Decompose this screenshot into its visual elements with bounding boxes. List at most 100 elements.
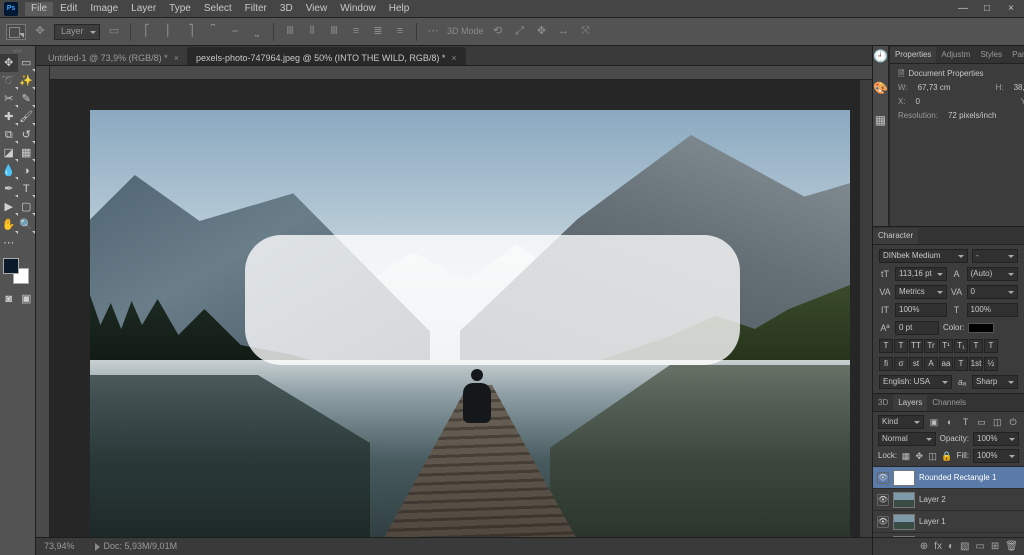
- titling-alt-button[interactable]: T: [954, 357, 968, 371]
- tab-styles[interactable]: Styles: [975, 47, 1007, 63]
- fractions-button[interactable]: ½: [984, 357, 998, 371]
- filter-adjust-icon[interactable]: ◐: [944, 418, 956, 427]
- small-caps-button[interactable]: Tr: [924, 339, 938, 353]
- history-panel-icon[interactable]: 🕘: [873, 50, 888, 62]
- text-color-swatch[interactable]: [968, 323, 994, 333]
- hand-tool-icon[interactable]: ✋: [0, 216, 18, 234]
- menu-filter[interactable]: Filter: [239, 2, 273, 16]
- tab-adjustments[interactable]: Adjustm: [936, 47, 975, 63]
- layer-row[interactable]: 👁 Layer 1: [873, 511, 1024, 533]
- window-minimize-icon[interactable]: —: [954, 4, 972, 14]
- ligatures-button[interactable]: fi: [879, 357, 893, 371]
- layer-name[interactable]: Layer 2: [919, 496, 946, 504]
- eyedropper-tool-icon[interactable]: ✎: [18, 90, 36, 108]
- fill-field[interactable]: 100%: [973, 449, 1019, 463]
- layer-filter-kind[interactable]: Kind: [878, 415, 924, 429]
- distribute-center-h-icon[interactable]: ⫴: [304, 24, 320, 40]
- edit-toolbar-icon[interactable]: ⋯: [0, 234, 18, 252]
- layer-name[interactable]: Layer 1: [919, 518, 946, 526]
- layer-mask-icon[interactable]: ◐: [948, 542, 954, 552]
- eraser-tool-icon[interactable]: ◪: [0, 144, 18, 162]
- swash-button[interactable]: A: [924, 357, 938, 371]
- swatches-panel-icon[interactable]: ▦: [875, 114, 886, 126]
- screen-mode-icon[interactable]: ▣: [18, 290, 36, 308]
- 3d-pan-icon[interactable]: ✥: [534, 24, 550, 40]
- path-select-tool-icon[interactable]: ▶: [0, 198, 18, 216]
- lock-all-icon[interactable]: 🔒: [941, 452, 952, 461]
- filter-shape-icon[interactable]: ▭: [975, 418, 987, 427]
- shape-tool-icon[interactable]: ▢: [18, 198, 36, 216]
- visibility-toggle-icon[interactable]: 👁: [877, 516, 889, 528]
- strikethrough-button[interactable]: T: [984, 339, 998, 353]
- new-layer-icon[interactable]: ⊞: [991, 542, 999, 552]
- lock-artboard-icon[interactable]: ◫: [928, 452, 937, 461]
- layer-row[interactable]: 👁 Layer 2: [873, 489, 1024, 511]
- tab-paragraph[interactable]: Paragrap: [1007, 47, 1024, 63]
- antialias-dropdown[interactable]: Sharp: [972, 375, 1018, 389]
- font-style-dropdown[interactable]: -: [972, 249, 1018, 263]
- zoom-tool-icon[interactable]: 🔍: [18, 216, 36, 234]
- filter-toggle-icon[interactable]: ⏻: [1007, 418, 1019, 427]
- visibility-toggle-icon[interactable]: 👁: [877, 494, 889, 506]
- move-tool-icon[interactable]: ✥: [0, 54, 18, 72]
- vscale-field[interactable]: 100%: [895, 303, 947, 317]
- layer-thumbnail-icon[interactable]: [893, 492, 915, 508]
- align-top-icon[interactable]: ⎴: [205, 24, 221, 40]
- font-size-field[interactable]: 113,16 pt: [895, 267, 947, 281]
- visibility-toggle-icon[interactable]: 👁: [877, 472, 889, 484]
- lasso-tool-icon[interactable]: ➰: [0, 72, 18, 90]
- menu-3d[interactable]: 3D: [274, 2, 299, 16]
- menu-window[interactable]: Window: [334, 2, 382, 16]
- align-center-h-icon[interactable]: ⎢: [161, 24, 177, 40]
- quick-mask-icon[interactable]: ◙: [0, 290, 18, 308]
- distribute-center-v-icon[interactable]: ≣: [370, 24, 386, 40]
- discretionary-lig-button[interactable]: st: [909, 357, 923, 371]
- auto-select-dropdown[interactable]: Layer: [54, 24, 100, 40]
- menu-file[interactable]: File: [25, 2, 53, 16]
- 3d-slide-icon[interactable]: ↔: [556, 24, 572, 40]
- lock-pixels-icon[interactable]: ▦: [901, 452, 910, 461]
- align-right-icon[interactable]: ⎤: [183, 24, 199, 40]
- contextual-alt-button[interactable]: σ: [894, 357, 908, 371]
- faux-italic-button[interactable]: T: [894, 339, 908, 353]
- 3d-orbit-icon[interactable]: ⟲: [490, 24, 506, 40]
- faux-bold-button[interactable]: T: [879, 339, 893, 353]
- tracking-field[interactable]: 0: [967, 285, 1019, 299]
- 3d-roll-icon[interactable]: ⤢: [512, 24, 528, 40]
- 3d-scale-icon[interactable]: ⤧: [578, 24, 594, 40]
- mode-3d-label[interactable]: 3D Mode: [447, 27, 484, 36]
- filter-pixel-icon[interactable]: ▣: [928, 418, 940, 427]
- menu-help[interactable]: Help: [383, 2, 416, 16]
- stylistic-alt-button[interactable]: aa: [939, 357, 953, 371]
- layer-name[interactable]: Rounded Rectangle 1: [919, 474, 996, 482]
- dodge-tool-icon[interactable]: ◑: [18, 162, 36, 180]
- document-tab[interactable]: Untitled-1 @ 73,9% (RGB/8) * ×: [40, 47, 188, 65]
- stamp-tool-icon[interactable]: ⧉: [0, 126, 18, 144]
- menu-image[interactable]: Image: [84, 2, 124, 16]
- gradient-tool-icon[interactable]: ▦: [18, 144, 36, 162]
- superscript-button[interactable]: T¹: [939, 339, 953, 353]
- hscale-field[interactable]: 100%: [967, 303, 1019, 317]
- pen-tool-icon[interactable]: ✒: [0, 180, 18, 198]
- status-zoom[interactable]: 73,94%: [44, 542, 75, 551]
- canvas[interactable]: [50, 80, 860, 537]
- history-brush-tool-icon[interactable]: ↺: [18, 126, 36, 144]
- lock-position-icon[interactable]: ✥: [915, 452, 924, 461]
- ordinals-button[interactable]: 1st: [969, 357, 983, 371]
- ruler-horizontal[interactable]: [36, 66, 872, 80]
- tab-character[interactable]: Character: [873, 228, 918, 244]
- tab-layers[interactable]: Layers: [893, 395, 927, 411]
- filter-type-icon[interactable]: T: [960, 418, 972, 427]
- marquee-tool-icon[interactable]: ▭: [18, 54, 36, 72]
- adjustment-layer-icon[interactable]: ▧: [960, 542, 969, 552]
- language-dropdown[interactable]: English: USA: [879, 375, 952, 389]
- menu-view[interactable]: View: [300, 2, 334, 16]
- underline-button[interactable]: T: [969, 339, 983, 353]
- color-panel-icon[interactable]: 🎨: [873, 82, 888, 94]
- all-caps-button[interactable]: TT: [909, 339, 923, 353]
- transform-controls-icon[interactable]: ▭: [106, 24, 122, 40]
- kerning-field[interactable]: Metrics: [895, 285, 947, 299]
- color-swatches[interactable]: [3, 258, 29, 284]
- layer-thumbnail-icon[interactable]: [893, 514, 915, 530]
- tab-channels[interactable]: Channels: [927, 395, 971, 411]
